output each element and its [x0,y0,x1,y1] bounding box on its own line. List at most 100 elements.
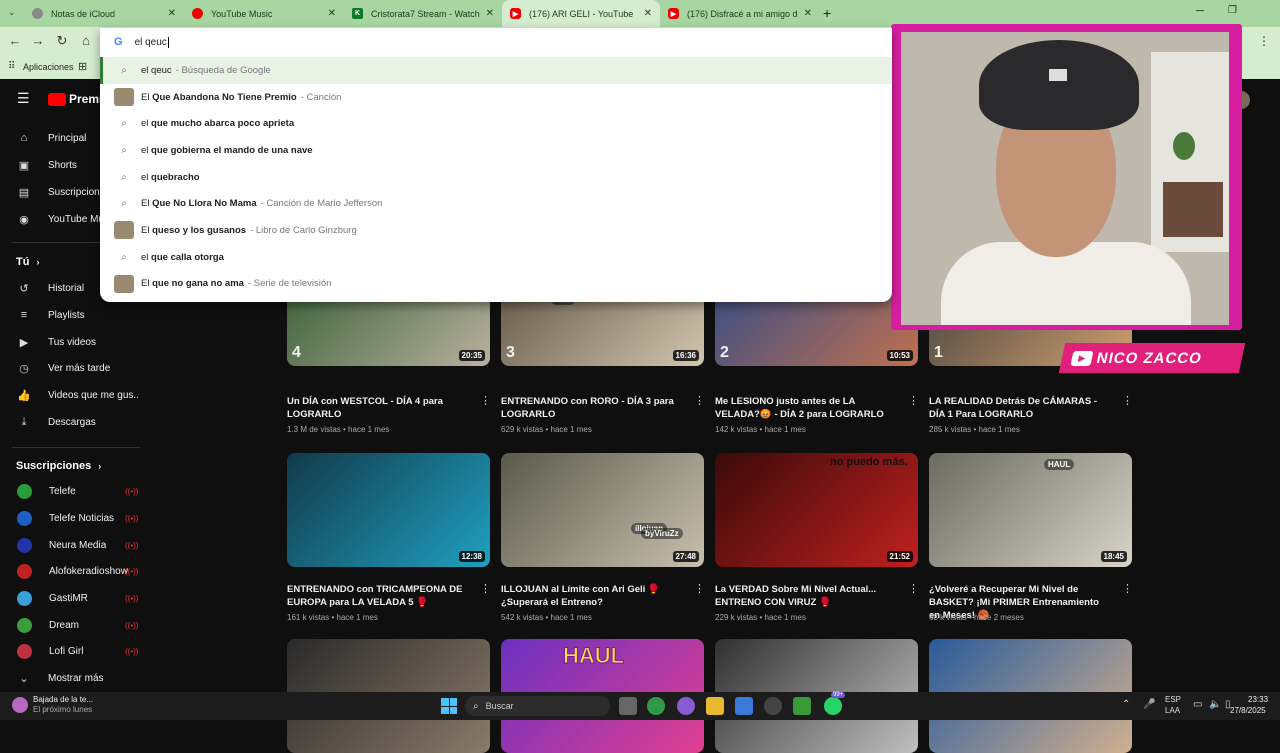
channel-name: Lofi Girl [49,645,84,657]
sidebar-channel-telefe[interactable]: Telefe ((•)) [0,478,150,504]
tray-chevron-icon[interactable]: ⌃ [1122,699,1130,710]
restore-icon[interactable]: ❐ [1228,5,1237,16]
taskbar-search[interactable]: ⌕ Buscar [465,696,610,716]
video-title[interactable]: LA REALIDAD Detrás De CÁMARAS - DÍA 1 Pa… [929,395,1109,421]
tab-disfrace[interactable]: ▶ (176) Disfracé a mi amigo de M ✕ [660,0,820,27]
video-title[interactable]: ENTRENANDO con TRICAMPEONA DE EUROPA par… [287,583,467,609]
omnibox-suggestion[interactable]: ⌕ el qeuc - Búsqueda de Google [100,57,892,84]
sidebar-channel-neura[interactable]: Neura Media ((•)) [0,532,150,558]
omnibox-suggestion[interactable]: ⌕ El Que No Llora No Mama - Canción de Ma… [100,190,892,217]
forward-icon[interactable]: → [29,33,47,48]
suggestion-detail: - Canción de Mario Jefferson [260,198,383,210]
more-options-icon[interactable]: ⋮ [1122,582,1133,595]
sidebar-item-downloads[interactable]: ⤓ Descargas [0,409,150,435]
menu-icon[interactable]: ☰ [17,90,30,107]
video-title[interactable]: ENTRENANDO con RORO - DÍA 3 para LOGRARL… [501,395,681,421]
app-icon[interactable] [793,697,811,715]
more-options-icon[interactable]: ⋮ [480,582,491,595]
start-icon[interactable] [441,698,457,714]
video-title[interactable]: La VERDAD Sobre Mi Nivel Actual... ENTRE… [715,583,895,609]
tab-icloud[interactable]: Notas de iCloud ✕ [24,0,184,27]
weather-icon[interactable] [12,697,28,713]
store-icon[interactable] [735,697,753,715]
close-icon[interactable]: ✕ [328,8,336,19]
reload-icon[interactable]: ↻ [53,33,71,49]
video-meta: 629 k vistas • hace 1 mes [501,425,592,434]
video-thumbnail[interactable]: 18:45 HAUL [929,453,1132,567]
close-icon[interactable]: ✕ [168,8,176,19]
sidebar-channel-lofi-girl[interactable]: Lofi Girl ((•)) [0,638,150,664]
omnibox-suggestion[interactable]: El que no gana no ama - Serie de televis… [100,271,892,298]
omnibox-suggestion[interactable]: El queso y los gusanos - Libro de Carlo … [100,217,892,244]
mic-icon[interactable]: 🎤 [1143,699,1155,710]
video-title[interactable]: Un DÍA con WESTCOL - DÍA 4 para LOGRARLO [287,395,467,421]
home-icon[interactable]: ⌂ [77,33,95,48]
sidebar-item-label: Ver más tarde [48,362,111,374]
omnibox-suggestion[interactable]: ⌕ el que calla otorga [100,244,892,271]
bookmark-apps[interactable]: Aplicaciones [23,62,74,72]
video-title[interactable]: Me LESIONO justo antes de LA VELADA?😡 - … [715,395,895,421]
sidebar-item-watch-later[interactable]: ◷ Ver más tarde [0,355,150,381]
more-options-icon[interactable]: ⋮ [908,394,919,407]
address-input[interactable]: el qeuc [135,37,167,48]
youtube-logo[interactable]: Premi [48,92,102,106]
thumbnail-channel-tag: no puedo más. [830,456,908,468]
video-thumbnail[interactable]: 21:52 no puedo más. [715,453,918,567]
close-icon[interactable]: ✕ [644,8,652,19]
weather-title[interactable]: Bajada de la te... [33,695,93,704]
apps-icon[interactable]: ⠿ [8,61,15,72]
omnibox-suggestion[interactable]: ⌕ el que mucho abarca poco aprieta [100,110,892,137]
whatsapp-icon[interactable] [824,697,842,715]
video-meta: 142 k vistas • hace 1 mes [715,425,806,434]
show-more-button[interactable]: ⌄ Mostrar más [0,665,150,691]
clock-time[interactable]: 23:33 [1248,695,1268,704]
playlist-icon: ≡ [20,309,28,321]
sidebar-item-label: Playlists [48,309,85,321]
weather-sub: El próximo lunes [33,705,93,714]
plant [1173,132,1195,160]
more-options-icon[interactable]: ⋮ [1122,394,1133,407]
volume-icon[interactable]: 🔈 [1209,699,1221,710]
tab-ari-geli[interactable]: ▶ (176) ARI GELI - YouTube ✕ [502,0,660,27]
language-1[interactable]: ESP [1165,695,1181,704]
file-explorer-icon[interactable] [706,697,724,715]
chrome-icon[interactable] [647,697,665,715]
sidebar-channel-telefe-noticias[interactable]: Telefe Noticias ((•)) [0,505,150,531]
network-icon[interactable]: ▭ [1193,699,1202,710]
video-thumbnail[interactable]: 12:38 [287,453,490,567]
browser-menu-icon[interactable]: ⋮ [1258,34,1270,48]
address-bar[interactable]: G el qeuc [100,28,892,56]
tab-youtube-music[interactable]: YouTube Music ✕ [184,0,344,27]
sidebar-item-playlists[interactable]: ≡ Playlists [0,302,150,328]
more-options-icon[interactable]: ⋮ [694,582,705,595]
close-icon[interactable]: ✕ [486,8,494,19]
task-view-icon[interactable] [619,697,637,715]
sidebar-item-liked[interactable]: 👍 Videos que me gus... [0,382,150,408]
more-options-icon[interactable]: ⋮ [694,394,705,407]
tab-search-icon[interactable]: ⌄ [8,7,16,18]
back-icon[interactable]: ← [6,33,24,48]
suggestion-text: El Que Abandona No Tiene Premio [141,92,297,103]
grid-icon[interactable]: ⊞ [78,60,87,73]
sidebar-channel-gastimr[interactable]: GastiMR ((•)) [0,585,150,611]
copilot-icon[interactable] [677,697,695,715]
sidebar-item-your-videos[interactable]: ▶ Tus videos [0,329,150,355]
sidebar-channel-alofoke[interactable]: Alofokeradioshow ((•)) [0,558,150,584]
omnibox-suggestion[interactable]: ⌕ el quebracho [100,164,892,191]
minimize-icon[interactable]: ─ [1196,5,1204,17]
more-options-icon[interactable]: ⋮ [908,582,919,595]
more-options-icon[interactable]: ⋮ [480,394,491,407]
steam-icon[interactable] [764,697,782,715]
video-thumbnail[interactable]: 27:48 illojuan byViruZz [501,453,704,567]
omnibox-suggestion[interactable]: ⌕ el que gobierna el mando de una nave [100,137,892,164]
suggestion-prefix: El [141,91,153,103]
omnibox-suggestion[interactable]: El Que Abandona No Tiene Premio - Canció… [100,84,892,111]
sidebar-channel-dream[interactable]: Dream ((•)) [0,612,150,638]
subscriptions-heading[interactable]: Suscripciones › [16,460,101,472]
suggestion-text: El Que No Llora No Mama [141,198,257,209]
new-tab-button[interactable]: + [823,5,831,21]
you-heading[interactable]: Tú › [16,256,40,268]
tab-kick-stream[interactable]: K Cristorata7 Stream - Watch Live ✕ [344,0,502,27]
video-title[interactable]: ILLOJUAN al Límite con Ari Geli 🥊 ¿Super… [501,583,681,609]
close-icon[interactable]: ✕ [804,8,812,19]
